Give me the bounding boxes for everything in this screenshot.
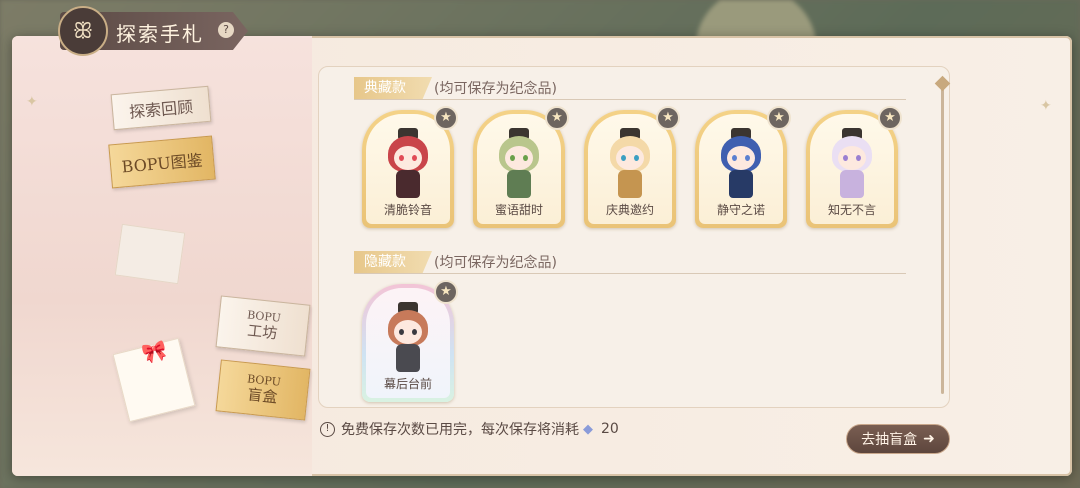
- figure-name: 庆典邀约: [605, 203, 654, 217]
- figure-card[interactable]: 蜜语甜时 ★: [473, 106, 569, 228]
- hidden-section-header: 隐藏款 (均可保存为纪念品): [354, 251, 557, 273]
- star-ornament-icon: ✦: [1040, 98, 1052, 114]
- star-icon[interactable]: ★: [434, 106, 458, 130]
- save-cost: 20: [601, 421, 619, 437]
- star-ornament-icon: ✦: [26, 94, 38, 110]
- figure-name: 清脆铃音: [383, 203, 432, 217]
- figure-card-frame: 静守之诺: [699, 114, 783, 224]
- save-notice: ! 免费保存次数已用完，每次保存将消耗 ◆ 20: [320, 419, 619, 439]
- star-icon[interactable]: ★: [656, 106, 680, 130]
- figure-name: 知无不言: [827, 203, 876, 217]
- section-divider: [354, 99, 906, 100]
- draw-button-label: 去抽盲盒: [861, 432, 918, 448]
- tab-bopu-workshop[interactable]: BOPU 工坊: [215, 295, 311, 357]
- figure-portrait: [715, 128, 767, 204]
- star-icon[interactable]: ★: [434, 280, 458, 304]
- decor-map-scrap: [114, 223, 186, 285]
- figure-card[interactable]: 静守之诺 ★: [695, 106, 791, 228]
- arrow-right-icon: ➜: [923, 431, 935, 447]
- collection-section-tag: 典藏款: [354, 77, 432, 99]
- butterfly-icon: ꕥ: [58, 6, 108, 56]
- help-icon[interactable]: ?: [218, 22, 234, 38]
- section-divider: [354, 273, 906, 274]
- tab-review-label: 探索回顾: [128, 97, 194, 122]
- warning-circle-icon: !: [320, 421, 335, 437]
- figure-card-frame: 蜜语甜时: [477, 114, 561, 224]
- star-icon[interactable]: ★: [545, 106, 569, 130]
- star-icon[interactable]: ★: [767, 106, 791, 130]
- figure-card-frame: 知无不言: [810, 114, 894, 224]
- figure-card[interactable]: 知无不言 ★: [806, 106, 902, 228]
- figure-card[interactable]: 庆典邀约 ★: [584, 106, 680, 228]
- figure-name: 静守之诺: [716, 203, 765, 217]
- diamond-gem-icon: ◆: [583, 421, 593, 437]
- tab-blindbox-main: 盲盒: [246, 385, 279, 407]
- collection-section-note: (均可保存为纪念品): [434, 81, 557, 97]
- figure-portrait: [382, 302, 434, 378]
- figure-card-frame: 清脆铃音: [366, 114, 450, 224]
- figure-card[interactable]: 清脆铃音 ★: [362, 106, 458, 228]
- collection-section-header: 典藏款 (均可保存为纪念品): [354, 77, 557, 99]
- tab-workshop-main: 工坊: [246, 321, 279, 343]
- save-notice-text: 免费保存次数已用完，每次保存将消耗: [341, 422, 579, 438]
- figure-portrait: [382, 128, 434, 204]
- draw-blindbox-button[interactable]: 去抽盲盒 ➜: [846, 424, 950, 454]
- figure-card-frame: 庆典邀约: [588, 114, 672, 224]
- figure-card[interactable]: 幕后台前 ★: [362, 280, 458, 402]
- figure-portrait: [604, 128, 656, 204]
- figure-name: 蜜语甜时: [494, 203, 543, 217]
- hidden-section-tag: 隐藏款: [354, 251, 432, 273]
- figure-portrait: [493, 128, 545, 204]
- star-icon[interactable]: ★: [878, 106, 902, 130]
- tab-atlas-label: BOPU图鉴: [120, 150, 204, 177]
- tab-bopu-blindbox[interactable]: BOPU 盲盒: [215, 359, 311, 421]
- page-title: 探索手札: [116, 22, 204, 46]
- hidden-section-note: (均可保存为纪念品): [434, 255, 557, 271]
- figure-portrait: [826, 128, 878, 204]
- tab-bopu-atlas[interactable]: BOPU图鉴: [108, 135, 216, 189]
- figure-card-frame: 幕后台前: [366, 288, 450, 398]
- figure-name: 幕后台前: [383, 377, 432, 391]
- scrollbar-track[interactable]: [941, 80, 944, 394]
